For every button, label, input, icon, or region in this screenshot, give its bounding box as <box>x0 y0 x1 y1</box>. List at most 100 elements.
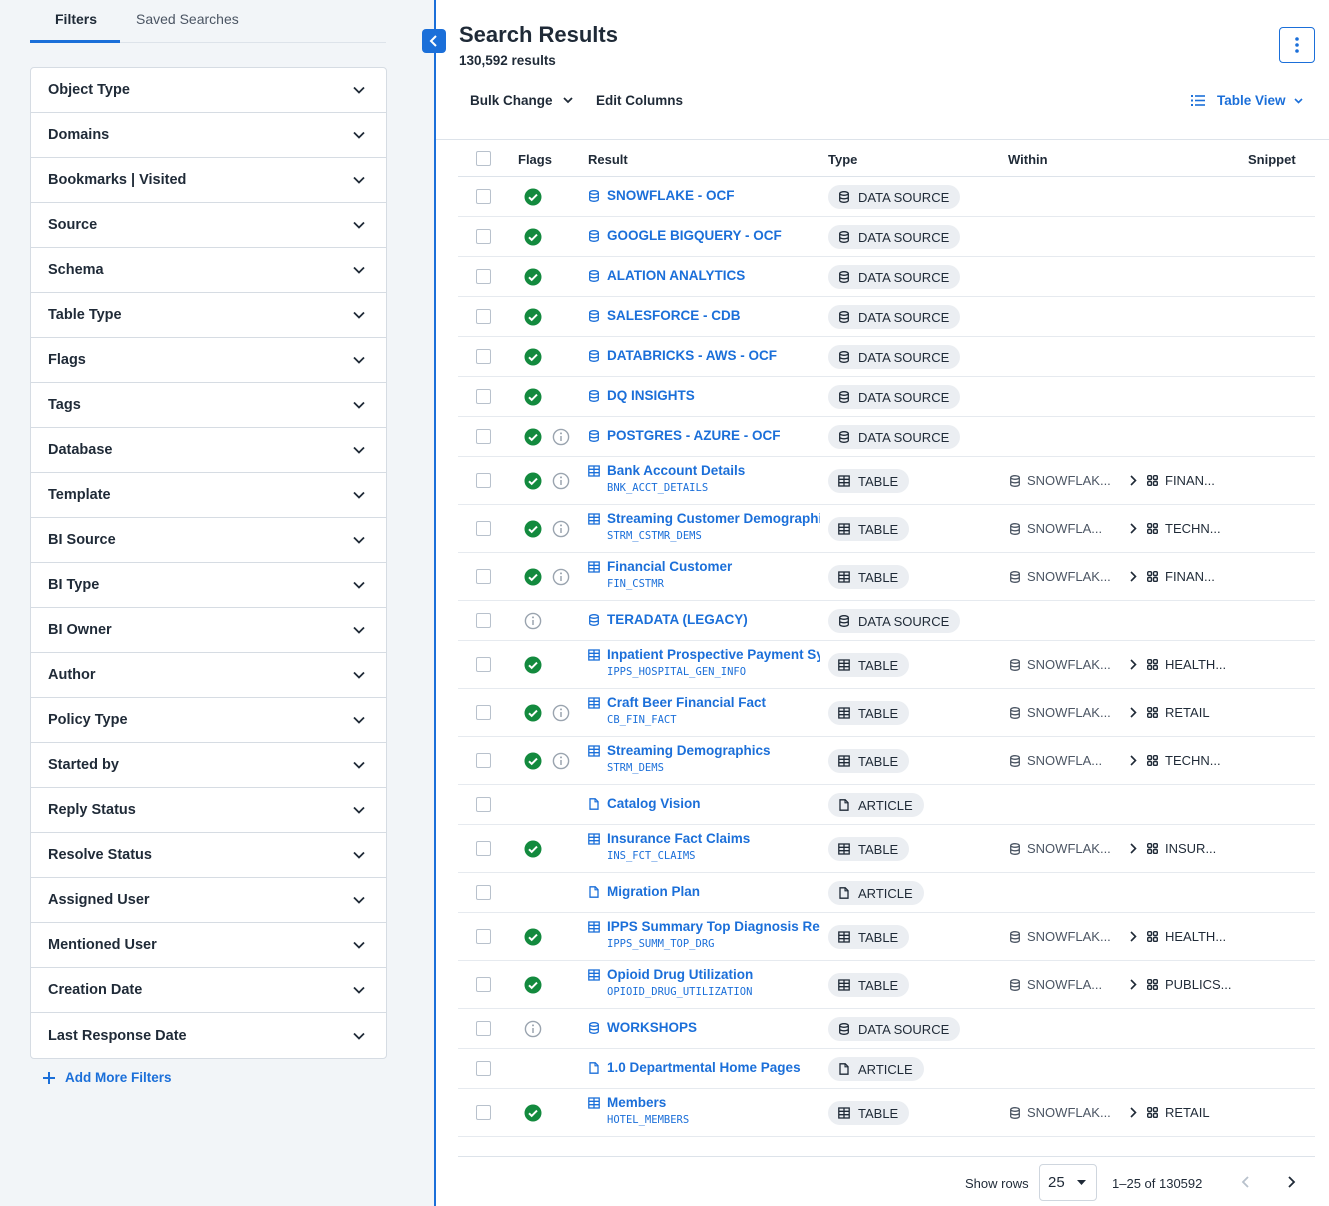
table-row[interactable]: WORKSHOPS DATA SOURCE <box>458 1009 1315 1049</box>
table-row[interactable]: Financial Customer FIN_CSTMR TABLE SNOWFLAK… <box>458 553 1315 601</box>
filter-bi-owner[interactable]: BI Owner <box>31 608 386 653</box>
within-schema[interactable]: RETAIL <box>1165 1105 1210 1120</box>
table-row[interactable]: Migration Plan ARTICLE <box>458 873 1315 913</box>
info-flag-icon[interactable] <box>524 612 542 630</box>
row-checkbox[interactable] <box>476 309 491 324</box>
within-datasource[interactable]: SNOWFLA... <box>1027 977 1125 992</box>
row-checkbox[interactable] <box>476 613 491 628</box>
select-all-checkbox[interactable] <box>476 151 491 166</box>
rows-per-page-select[interactable]: 25 <box>1039 1164 1097 1201</box>
table-row[interactable]: POSTGRES - AZURE - OCF DATA SOURCE <box>458 417 1315 457</box>
endorsed-check-icon[interactable] <box>524 472 542 490</box>
row-checkbox[interactable] <box>476 229 491 244</box>
within-schema[interactable]: HEALTH... <box>1165 657 1226 672</box>
table-row[interactable]: DQ INSIGHTS DATA SOURCE <box>458 377 1315 417</box>
filter-policy-type[interactable]: Policy Type <box>31 698 386 743</box>
row-checkbox[interactable] <box>476 885 491 900</box>
within-schema[interactable]: FINAN... <box>1165 473 1215 488</box>
filter-domains[interactable]: Domains <box>31 113 386 158</box>
table-row[interactable]: DATABRICKS - AWS - OCF DATA SOURCE <box>458 337 1315 377</box>
endorsed-check-icon[interactable] <box>524 268 542 286</box>
within-schema[interactable]: TECHN... <box>1165 521 1221 536</box>
table-row[interactable]: Opioid Drug Utilization OPIOID_DRUG_UTILI… <box>458 961 1315 1009</box>
filter-mentioned-user[interactable]: Mentioned User <box>31 923 386 968</box>
column-header-within[interactable]: Within <box>1008 152 1048 167</box>
filter-template[interactable]: Template <box>31 473 386 518</box>
row-checkbox[interactable] <box>476 977 491 992</box>
row-checkbox[interactable] <box>476 429 491 444</box>
table-row[interactable]: SNOWFLAKE - OCF DATA SOURCE <box>458 177 1315 217</box>
endorsed-check-icon[interactable] <box>524 428 542 446</box>
filter-author[interactable]: Author <box>31 653 386 698</box>
next-page-icon[interactable] <box>1283 1174 1299 1190</box>
endorsed-check-icon[interactable] <box>524 704 542 722</box>
row-checkbox[interactable] <box>476 841 491 856</box>
table-row[interactable]: TERADATA (LEGACY) DATA SOURCE <box>458 601 1315 641</box>
edit-columns-button[interactable]: Edit Columns <box>596 93 683 108</box>
info-flag-icon[interactable] <box>552 428 570 446</box>
filter-reply-status[interactable]: Reply Status <box>31 788 386 833</box>
row-checkbox[interactable] <box>476 389 491 404</box>
result-link[interactable]: 1.0 Departmental Home Pages <box>588 1060 820 1075</box>
table-row[interactable]: Insurance Fact Claims INS_FCT_CLAIMS TABLE… <box>458 825 1315 873</box>
result-link[interactable]: WORKSHOPS <box>588 1020 820 1035</box>
filter-bookmarks-visited[interactable]: Bookmarks | Visited <box>31 158 386 203</box>
result-link[interactable]: SALESFORCE - CDB <box>588 308 820 323</box>
row-checkbox[interactable] <box>476 269 491 284</box>
table-row[interactable]: Catalog Vision ARTICLE <box>458 785 1315 825</box>
result-link[interactable]: Financial Customer <box>588 559 820 574</box>
row-checkbox[interactable] <box>476 657 491 672</box>
result-link[interactable]: ALATION ANALYTICS <box>588 268 820 283</box>
column-header-result[interactable]: Result <box>588 152 628 167</box>
within-schema[interactable]: RETAIL <box>1165 705 1210 720</box>
within-datasource[interactable]: SNOWFLAK... <box>1027 841 1125 856</box>
filter-started-by[interactable]: Started by <box>31 743 386 788</box>
table-row[interactable]: 1.0 Departmental Home Pages ARTICLE <box>458 1049 1315 1089</box>
result-link[interactable]: TERADATA (LEGACY) <box>588 612 820 627</box>
result-link[interactable]: Craft Beer Financial Fact <box>588 695 820 710</box>
within-schema[interactable]: HEALTH... <box>1165 929 1226 944</box>
filter-resolve-status[interactable]: Resolve Status <box>31 833 386 878</box>
endorsed-check-icon[interactable] <box>524 1104 542 1122</box>
endorsed-check-icon[interactable] <box>524 568 542 586</box>
result-link[interactable]: DATABRICKS - AWS - OCF <box>588 348 820 363</box>
table-row[interactable]: Streaming Customer Demographics STRM_CSTM… <box>458 505 1315 553</box>
bulk-change-button[interactable]: Bulk Change <box>470 93 573 108</box>
row-checkbox[interactable] <box>476 753 491 768</box>
row-checkbox[interactable] <box>476 349 491 364</box>
row-checkbox[interactable] <box>476 1021 491 1036</box>
result-link[interactable]: Bank Account Details <box>588 463 820 478</box>
filter-table-type[interactable]: Table Type <box>31 293 386 338</box>
result-link[interactable]: Inpatient Prospective Payment System <box>588 647 820 662</box>
result-link[interactable]: Streaming Customer Demographics <box>588 511 820 526</box>
row-checkbox[interactable] <box>476 797 491 812</box>
endorsed-check-icon[interactable] <box>524 228 542 246</box>
info-flag-icon[interactable] <box>552 472 570 490</box>
table-row[interactable]: ALATION ANALYTICS DATA SOURCE <box>458 257 1315 297</box>
result-link[interactable]: GOOGLE BIGQUERY - OCF <box>588 228 820 243</box>
filter-flags[interactable]: Flags <box>31 338 386 383</box>
within-datasource[interactable]: SNOWFLA... <box>1027 753 1125 768</box>
result-link[interactable]: Insurance Fact Claims <box>588 831 820 846</box>
result-link[interactable]: Catalog Vision <box>588 796 820 811</box>
info-flag-icon[interactable] <box>552 752 570 770</box>
filter-creation-date[interactable]: Creation Date <box>31 968 386 1013</box>
row-checkbox[interactable] <box>476 1105 491 1120</box>
result-link[interactable]: IPPS Summary Top Diagnosis Related <box>588 919 820 934</box>
info-flag-icon[interactable] <box>552 568 570 586</box>
filter-bi-source[interactable]: BI Source <box>31 518 386 563</box>
table-row[interactable]: Bank Account Details BNK_ACCT_DETAILS TABL… <box>458 457 1315 505</box>
column-header-flags[interactable]: Flags <box>518 152 552 167</box>
more-options-button[interactable] <box>1279 27 1315 63</box>
tab-filters[interactable]: Filters <box>55 11 97 27</box>
endorsed-check-icon[interactable] <box>524 188 542 206</box>
result-link[interactable]: Members <box>588 1095 820 1110</box>
row-checkbox[interactable] <box>476 473 491 488</box>
within-datasource[interactable]: SNOWFLAK... <box>1027 569 1125 584</box>
result-link[interactable]: POSTGRES - AZURE - OCF <box>588 428 820 443</box>
within-datasource[interactable]: SNOWFLAK... <box>1027 473 1125 488</box>
within-datasource[interactable]: SNOWFLAK... <box>1027 929 1125 944</box>
endorsed-check-icon[interactable] <box>524 840 542 858</box>
table-row[interactable]: Craft Beer Financial Fact CB_FIN_FACT TABL… <box>458 689 1315 737</box>
table-row[interactable]: Members HOTEL_MEMBERS TABLE SNOWFLAK... RETA… <box>458 1089 1315 1137</box>
